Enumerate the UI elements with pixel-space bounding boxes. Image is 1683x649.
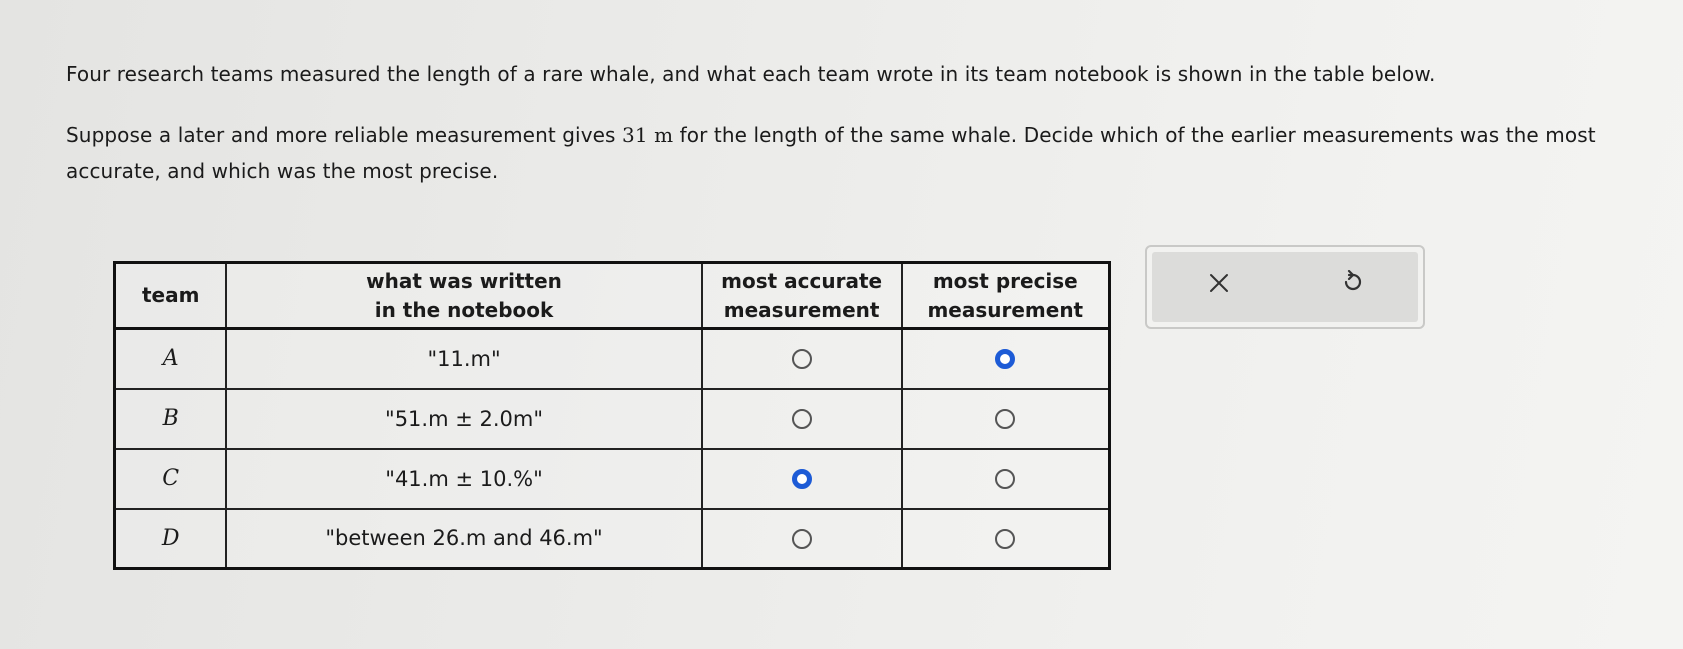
header-notebook: what was written in the notebook bbox=[225, 261, 703, 330]
most-precise-radio-c[interactable] bbox=[995, 468, 1016, 489]
most-precise-radio-b[interactable] bbox=[995, 408, 1016, 429]
notebook-entry: "between 26.m and 46.m" bbox=[225, 507, 703, 570]
measurement-table: team what was written in the notebook mo… bbox=[113, 261, 1111, 570]
header-most-precise-line2: measurement bbox=[927, 297, 1084, 322]
precise-cell bbox=[900, 387, 1111, 450]
clear-button[interactable] bbox=[1195, 259, 1243, 307]
table-row: D "between 26.m and 46.m" bbox=[113, 507, 1111, 570]
most-accurate-radio-d[interactable] bbox=[791, 528, 812, 549]
precise-cell bbox=[900, 507, 1111, 570]
table-header-row: team what was written in the notebook mo… bbox=[113, 261, 1111, 330]
most-precise-radio-d[interactable] bbox=[995, 528, 1016, 549]
table-row: B "51.m ± 2.0m" bbox=[113, 387, 1111, 450]
notebook-entry: "51.m ± 2.0m" bbox=[225, 387, 703, 450]
question-intro: Four research teams measured the length … bbox=[66, 62, 1436, 86]
precise-cell bbox=[900, 447, 1111, 510]
reference-length: 31 m bbox=[622, 123, 674, 147]
accurate-cell bbox=[700, 507, 903, 570]
accurate-cell bbox=[700, 327, 903, 390]
header-most-precise-line1: most precise bbox=[932, 268, 1078, 293]
accurate-cell bbox=[700, 387, 903, 450]
header-most-accurate: most accurate measurement bbox=[700, 261, 903, 330]
most-accurate-radio-a[interactable] bbox=[791, 349, 812, 369]
header-team: team bbox=[113, 261, 228, 330]
team-label: D bbox=[113, 507, 228, 570]
header-notebook-line2: in the notebook bbox=[374, 297, 554, 322]
undo-button[interactable] bbox=[1328, 259, 1376, 307]
most-precise-radio-a[interactable] bbox=[995, 349, 1016, 369]
undo-icon bbox=[1344, 270, 1361, 291]
header-most-accurate-line1: most accurate bbox=[721, 268, 883, 293]
most-accurate-radio-c[interactable] bbox=[791, 468, 812, 489]
table-row: A "11.m" bbox=[113, 327, 1111, 390]
notebook-entry: "41.m ± 10.%" bbox=[225, 447, 703, 510]
header-notebook-line1: what was written bbox=[366, 268, 562, 293]
header-most-accurate-line2: measurement bbox=[723, 297, 880, 322]
most-accurate-radio-b[interactable] bbox=[791, 408, 812, 429]
accurate-cell bbox=[700, 447, 903, 510]
answer-tools-panel bbox=[1145, 245, 1425, 329]
table-row: C "41.m ± 10.%" bbox=[113, 447, 1111, 510]
close-icon bbox=[1209, 274, 1228, 292]
answer-tools-bar bbox=[1152, 252, 1418, 322]
team-label: B bbox=[113, 387, 228, 450]
team-label: C bbox=[113, 447, 228, 510]
precise-cell bbox=[900, 327, 1111, 390]
question-prompt: Four research teams measured the length … bbox=[66, 56, 1646, 189]
question-task-start: Suppose a later and more reliable measur… bbox=[66, 123, 623, 147]
header-most-precise: most precise measurement bbox=[900, 261, 1111, 330]
question-task: Suppose a later and more reliable measur… bbox=[66, 117, 1646, 189]
team-label: A bbox=[113, 327, 228, 390]
notebook-entry: "11.m" bbox=[225, 327, 703, 390]
